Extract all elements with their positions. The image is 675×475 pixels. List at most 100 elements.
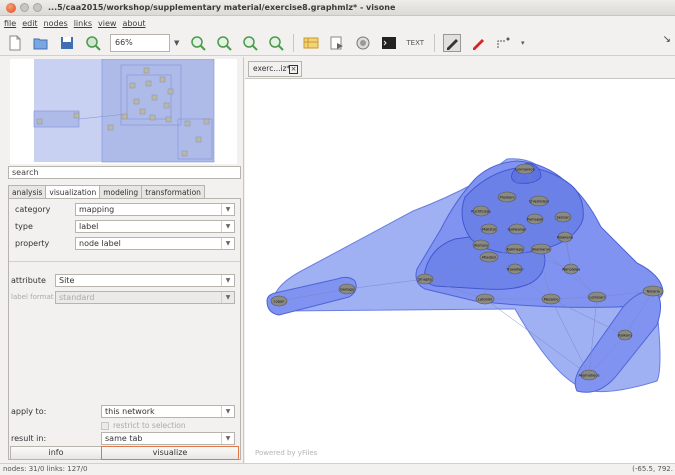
node-label: Mesaino <box>544 298 559 302</box>
left-panel: ..... search analysis visualization mode… <box>0 57 244 463</box>
restrict-checkbox[interactable] <box>101 421 109 430</box>
node-label: Akamarun <box>532 248 550 252</box>
status-bar: nodes: 31/0 links: 127/0 (-65.5, 792. <box>0 463 675 475</box>
zoom-reset-icon[interactable] <box>267 34 285 52</box>
zoom-icon[interactable] <box>84 34 102 52</box>
new-file-icon[interactable] <box>6 34 24 52</box>
console-icon[interactable] <box>380 34 398 52</box>
chevron-down-icon: ▼ <box>221 221 234 232</box>
network-graph[interactable]: Lukmanion Proskeni Chlemideni Ruchtlusse… <box>245 79 675 463</box>
table-icon[interactable] <box>302 34 320 52</box>
node-label: Proskeni <box>499 196 514 200</box>
attribute-select-value: Site <box>59 276 75 285</box>
node-label: Pamapali <box>527 218 543 222</box>
result-in-label: result in: <box>11 434 47 443</box>
node-label: Wanolelea <box>562 268 581 272</box>
result-in-select-value: same tab <box>105 434 143 443</box>
node-label: Lukmanion <box>515 168 535 172</box>
maximize-window-button[interactable] <box>33 3 42 12</box>
minimize-window-button[interactable] <box>20 3 29 12</box>
node-label: Pelakano <box>557 236 573 240</box>
tool-mode-icon[interactable]: ↘ <box>663 34 671 45</box>
node-label: Akomaheus <box>579 374 600 378</box>
chevron-down-icon: ▼ <box>221 275 234 286</box>
close-tab-icon[interactable]: × <box>289 65 298 74</box>
save-icon[interactable] <box>58 34 76 52</box>
chevron-down-icon: ▼ <box>221 292 234 303</box>
zoom-level-input[interactable]: 66% <box>110 33 170 52</box>
menu-edit[interactable]: edit <box>22 19 37 28</box>
node-label: Logan <box>274 300 285 304</box>
node-label: Gariagu <box>340 288 354 292</box>
property-label: property <box>15 239 50 248</box>
property-select-value: node label <box>79 239 121 248</box>
tab-transformation[interactable]: transformation <box>141 185 205 199</box>
type-select-value: label <box>79 222 99 231</box>
category-select[interactable]: mapping ▼ <box>75 203 235 216</box>
menu-nodes[interactable]: nodes <box>44 19 68 28</box>
tab-visualization[interactable]: visualization <box>45 185 101 199</box>
zoom-dropdown-icon[interactable]: ▼ <box>174 39 179 47</box>
category-select-value: mapping <box>79 205 115 214</box>
status-counts: nodes: 31/0 links: 127/0 <box>3 465 88 473</box>
panel-divider <box>9 261 240 262</box>
chevron-down-icon: ▼ <box>221 433 234 444</box>
node-label: Troxallion <box>506 268 524 272</box>
tab-modeling[interactable]: modeling <box>99 185 143 199</box>
open-folder-icon[interactable] <box>32 34 50 52</box>
menu-links[interactable]: links <box>74 19 92 28</box>
toolbar: 66% ▼ TEXT ▾ <box>0 30 675 56</box>
document-tab[interactable]: exerc...iz* × <box>248 61 302 77</box>
document-tab-strip <box>245 57 675 79</box>
chevron-down-icon: ▼ <box>221 204 234 215</box>
network-overview[interactable] <box>10 58 237 164</box>
text-icon[interactable]: TEXT <box>406 39 424 47</box>
node-label: Kalkaro <box>618 334 631 338</box>
visualization-panel: category mapping ▼ type label ▼ property… <box>8 198 241 460</box>
chevron-down-icon: ▼ <box>221 238 234 249</box>
property-select[interactable]: node label ▼ <box>75 237 235 250</box>
apply-to-label: apply to: <box>11 407 47 416</box>
search-network-icon[interactable] <box>354 34 372 52</box>
type-row: type label ▼ <box>9 220 240 234</box>
apply-to-row: apply to: this network ▼ <box>9 405 240 419</box>
node-label: Galiwanan <box>508 228 527 232</box>
info-button[interactable]: info <box>10 446 102 460</box>
restrict-to-selection-option[interactable]: restrict to selection <box>101 421 186 430</box>
node-label: Xiahusu <box>474 244 488 248</box>
zoom-out-icon[interactable] <box>215 34 233 52</box>
category-row: category mapping ▼ <box>9 203 240 217</box>
document-tab-label: exerc...iz* <box>253 64 291 73</box>
powered-by-label: Powered by yFiles <box>255 449 318 457</box>
select-icon[interactable] <box>495 34 513 52</box>
zoom-in-icon[interactable] <box>189 34 207 52</box>
apply-to-select-value: this network <box>105 407 155 416</box>
red-pen-icon[interactable] <box>469 34 487 52</box>
node-label: Sinapte <box>418 278 432 282</box>
select-dropdown-icon[interactable]: ▾ <box>521 39 525 47</box>
close-window-button[interactable] <box>6 2 16 13</box>
status-coordinates: (-65.5, 792. <box>632 465 673 473</box>
visualize-button[interactable]: visualize <box>101 446 239 460</box>
window-title: ...5/caa2015/workshop/supplementary mate… <box>48 3 396 12</box>
export-icon[interactable] <box>328 34 346 52</box>
menu-view[interactable]: view <box>98 19 116 28</box>
attribute-select[interactable]: Site ▼ <box>55 274 235 287</box>
menu-about[interactable]: about <box>122 19 145 28</box>
attribute-label: attribute <box>11 276 46 285</box>
zoom-fit-icon[interactable] <box>241 34 259 52</box>
result-in-select[interactable]: same tab ▼ <box>101 432 235 445</box>
label-format-select[interactable]: standard ▼ <box>55 291 235 304</box>
tab-analysis[interactable]: analysis <box>8 185 47 199</box>
type-select[interactable]: label ▼ <box>75 220 235 233</box>
search-input[interactable]: search <box>8 166 241 179</box>
node-label: Latoniki <box>478 298 492 302</box>
pen-icon[interactable] <box>443 33 462 52</box>
toolbar-separator <box>293 33 295 52</box>
type-label: type <box>15 222 33 231</box>
attribute-row: attribute Site ▼ <box>9 274 240 288</box>
apply-to-select[interactable]: this network ▼ <box>101 405 235 418</box>
network-canvas-area: exerc...iz* × Lukmanion Proskeni Chlemid… <box>245 57 675 463</box>
menu-file[interactable]: file <box>4 19 16 28</box>
tab-bar: analysis visualization modeling transfor… <box>8 185 205 199</box>
